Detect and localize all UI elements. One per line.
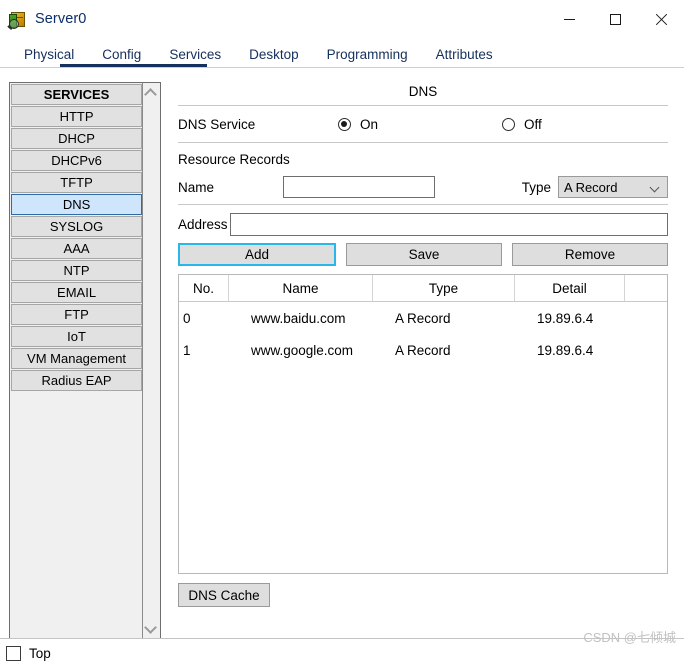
cell-detail: 19.89.6.4 <box>537 310 594 326</box>
services-list: SERVICES HTTP DHCP DHCPv6 TFTP DNS SYSLO… <box>10 83 143 639</box>
cell-detail: 19.89.6.4 <box>537 342 594 358</box>
resource-records-label: Resource Records <box>178 152 290 167</box>
address-label: Address <box>178 216 228 232</box>
name-row: Name Type A Record <box>178 170 668 204</box>
cell-extra <box>625 302 667 334</box>
cell-no: 1 <box>183 342 191 358</box>
cell-name: www.google.com <box>251 342 354 358</box>
sidebar-item-http[interactable]: HTTP <box>11 106 143 127</box>
chevron-down-icon <box>651 184 659 192</box>
bottom-bar: Top CSDN @七倾城 <box>0 630 684 667</box>
type-select-value: A Record <box>564 179 618 195</box>
sidebar-item-ntp[interactable]: NTP <box>11 260 143 281</box>
tab-attributes[interactable]: Attributes <box>422 48 507 67</box>
sidebar-item-aaa[interactable]: AAA <box>11 238 143 259</box>
dns-service-label: DNS Service <box>178 116 256 132</box>
tab-bar: Physical Config Services Desktop Program… <box>0 38 684 68</box>
watermark: CSDN @七倾城 <box>583 630 676 645</box>
content-area: SERVICES HTTP DHCP DHCPv6 TFTP DNS SYSLO… <box>0 68 684 640</box>
dns-service-off-option[interactable]: Off <box>502 117 542 132</box>
radio-on-label: On <box>360 116 379 132</box>
cell-no: 0 <box>183 310 191 326</box>
minimize-icon <box>563 18 575 20</box>
column-header-extra[interactable] <box>625 275 667 301</box>
dns-cache-button[interactable]: DNS Cache <box>178 583 270 607</box>
sidebar-item-radius-eap[interactable]: Radius EAP <box>11 370 143 391</box>
name-input[interactable] <box>283 176 435 198</box>
add-button[interactable]: Add <box>178 243 336 266</box>
resource-records-table: No. Name Type Detail 0 www.baidu.com A R… <box>178 274 668 574</box>
name-label: Name <box>178 179 215 195</box>
server-package-icon <box>7 11 26 30</box>
sidebar-item-dhcpv6[interactable]: DHCPv6 <box>11 150 143 171</box>
radio-off-label: Off <box>524 116 542 132</box>
table-header-row: No. Name Type Detail <box>179 275 667 302</box>
cell-extra <box>625 334 667 366</box>
maximize-icon <box>609 13 621 25</box>
chevron-up-icon[interactable] <box>146 90 157 97</box>
save-button[interactable]: Save <box>346 243 502 266</box>
table-row[interactable]: 0 www.baidu.com A Record 19.89.6.4 <box>179 302 667 334</box>
chevron-down-icon[interactable] <box>146 625 157 632</box>
sidebar-item-dhcp[interactable]: DHCP <box>11 128 143 149</box>
top-checkbox[interactable] <box>6 645 21 661</box>
sidebar-header: SERVICES <box>11 84 143 105</box>
close-icon <box>655 13 668 26</box>
panel-title: DNS <box>408 84 438 99</box>
close-button[interactable] <box>638 0 684 38</box>
record-action-buttons: Add Save Remove <box>178 243 668 266</box>
column-header-detail[interactable]: Detail <box>515 275 625 301</box>
remove-button[interactable]: Remove <box>512 243 668 266</box>
dns-service-on-option[interactable]: On <box>338 117 378 132</box>
top-checkbox-label: Top <box>29 645 51 661</box>
sidebar-item-tftp[interactable]: TFTP <box>11 172 143 193</box>
radio-off-icon[interactable] <box>502 117 516 131</box>
column-header-name[interactable]: Name <box>229 275 373 301</box>
minimize-button[interactable] <box>546 0 592 38</box>
sidebar-item-vm-management[interactable]: VM Management <box>11 348 143 369</box>
sidebar-item-ftp[interactable]: FTP <box>11 304 143 325</box>
tab-programming[interactable]: Programming <box>313 48 422 67</box>
sidebar-item-dns[interactable]: DNS <box>11 194 143 215</box>
window-titlebar: Server0 <box>0 0 684 38</box>
column-header-type[interactable]: Type <box>373 275 515 301</box>
divider-name <box>178 204 668 205</box>
type-select[interactable]: A Record <box>558 176 668 198</box>
services-sidebar: SERVICES HTTP DHCP DHCPv6 TFTP DNS SYSLO… <box>9 82 161 640</box>
cell-name: www.baidu.com <box>251 310 346 326</box>
sidebar-item-iot[interactable]: IoT <box>11 326 143 347</box>
active-tab-indicator <box>60 64 207 67</box>
window-title: Server0 <box>35 11 87 27</box>
maximize-button[interactable] <box>592 0 638 38</box>
address-row: Address <box>178 207 668 241</box>
table-row[interactable]: 1 www.google.com A Record 19.89.6.4 <box>179 334 667 366</box>
cell-type: A Record <box>395 342 451 358</box>
radio-on-icon[interactable] <box>338 117 351 131</box>
sidebar-item-email[interactable]: EMAIL <box>11 282 143 303</box>
window-controls <box>546 0 684 38</box>
dns-panel: DNS DNS Service On Off Resource Records … <box>178 82 668 640</box>
type-group: Type A Record <box>522 176 668 198</box>
type-label: Type <box>521 179 551 195</box>
address-input[interactable] <box>230 212 668 236</box>
sidebar-item-syslog[interactable]: SYSLOG <box>11 216 143 237</box>
tab-desktop[interactable]: Desktop <box>235 48 313 67</box>
sidebar-scrollbar[interactable] <box>142 83 160 639</box>
column-header-no[interactable]: No. <box>179 275 229 301</box>
dns-service-row: DNS Service On Off <box>178 106 668 142</box>
cell-type: A Record <box>395 310 451 326</box>
